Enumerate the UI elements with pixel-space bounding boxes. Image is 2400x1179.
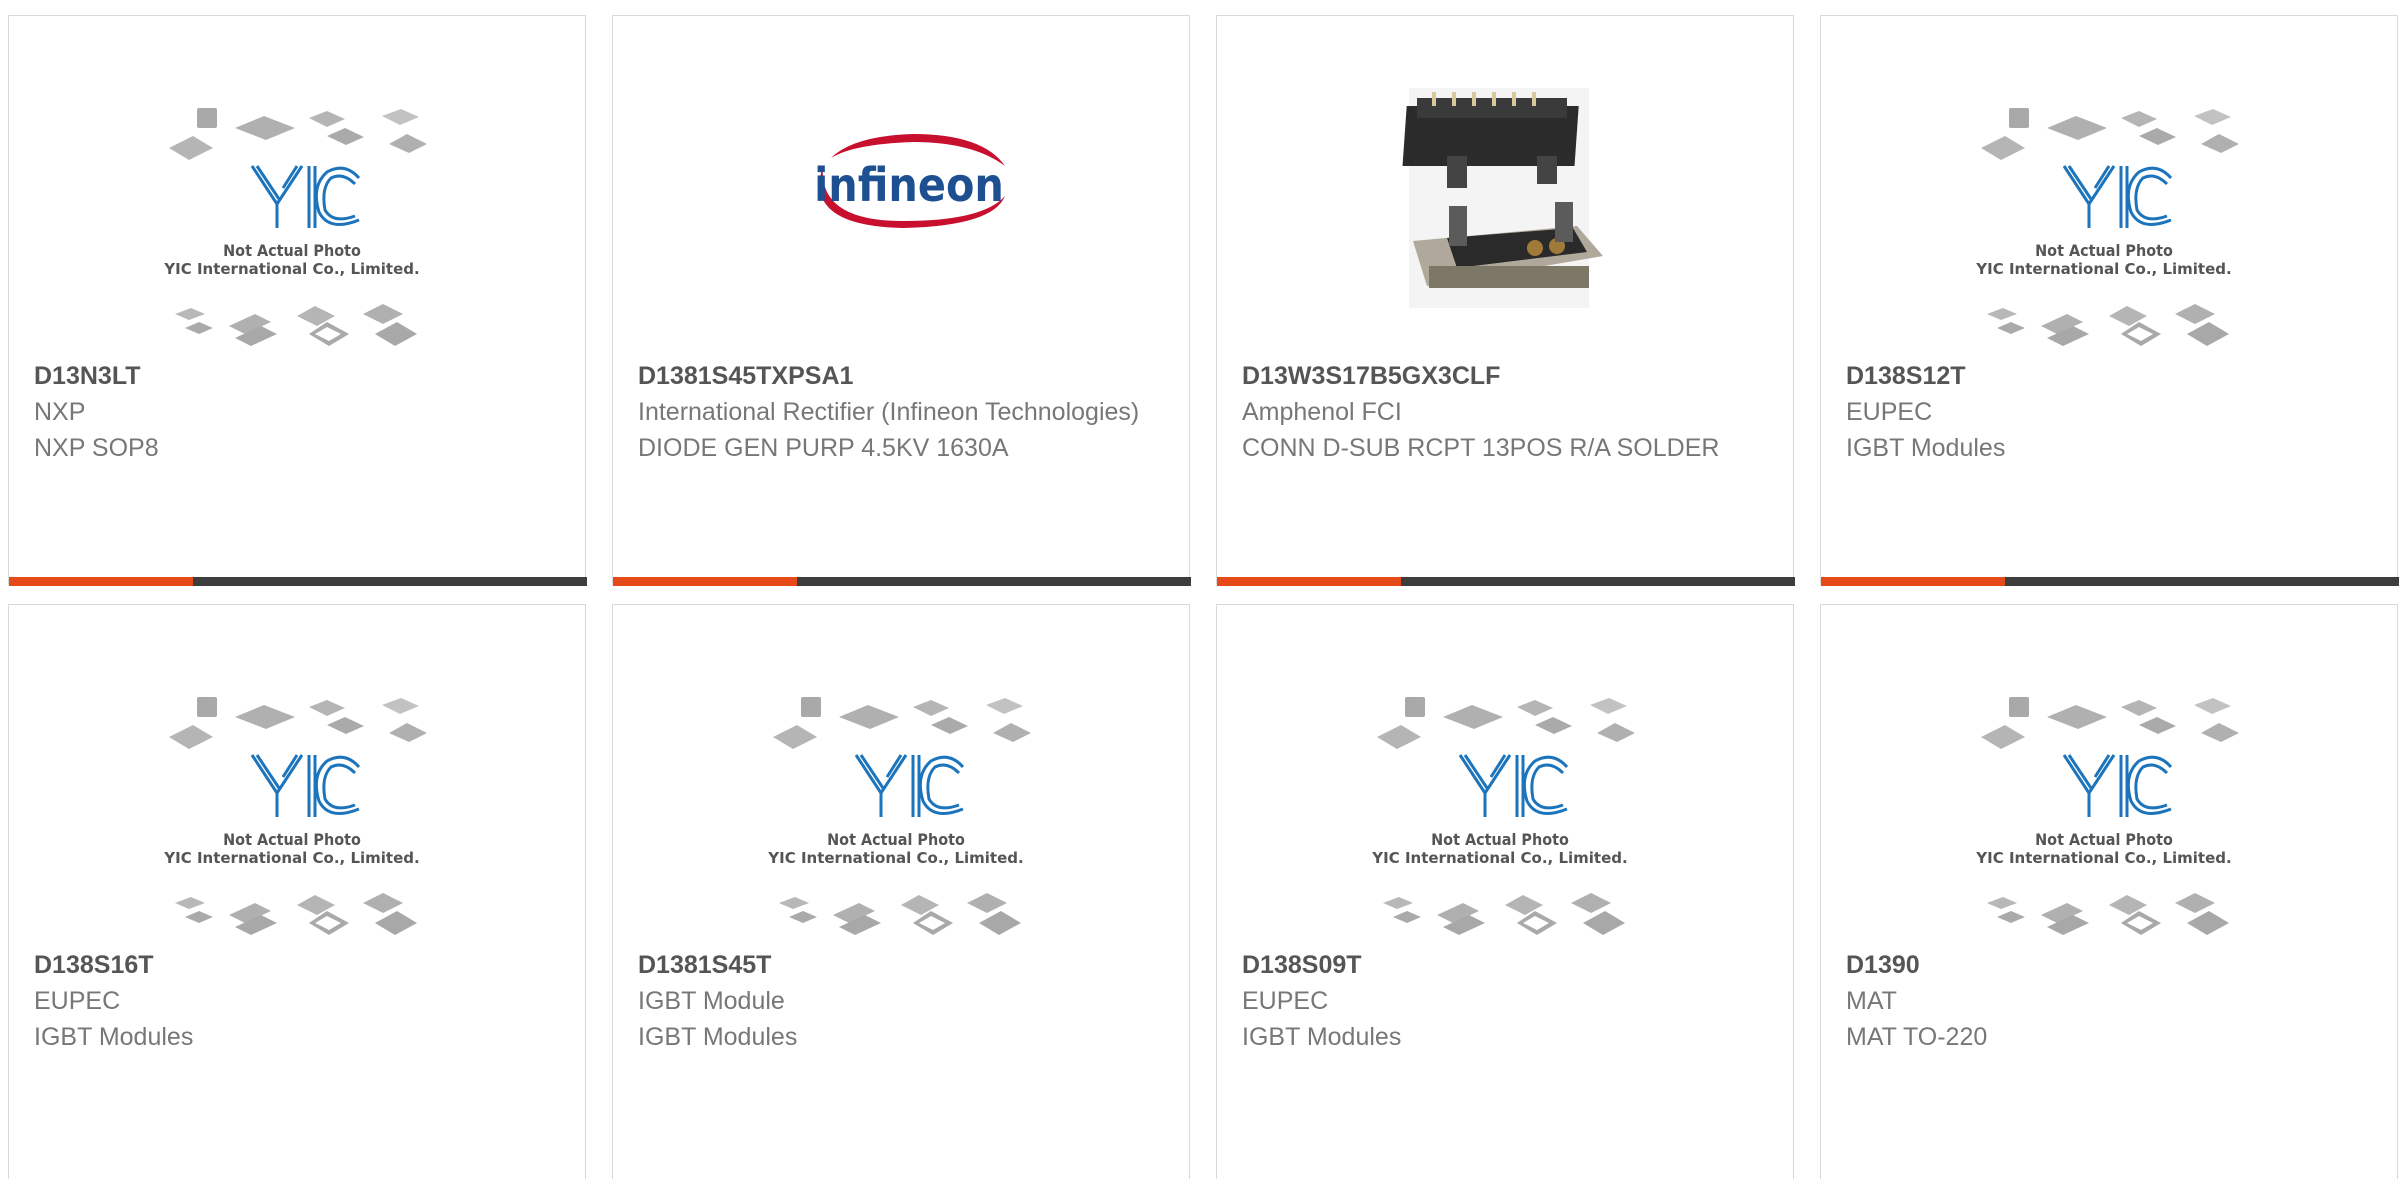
description-label: IGBT Modules (34, 1023, 194, 1051)
description-label: CONN D-SUB RCPT 13POS R/A SOLDER (1242, 434, 1720, 462)
placeholder-image: Not Actual PhotoYIC International Co., L… (1371, 697, 1635, 935)
placeholder-caption-line1: Not Actual Photo (223, 241, 361, 260)
card-accent-highlight (9, 577, 193, 586)
product-thumbnail[interactable]: Not Actual Photo YIC International Co., L… (1217, 605, 1793, 945)
part-number-link[interactable]: D13W3S17B5GX3CLF (1242, 358, 1762, 394)
manufacturer-label: MAT (1846, 987, 1897, 1015)
product-thumbnail[interactable]: Not Actual Photo YIC International Co., L… (1821, 605, 2397, 945)
yic-logo-icon (250, 165, 361, 228)
card-accent-highlight (613, 577, 797, 586)
part-number-link[interactable]: D1390 (1846, 947, 2366, 983)
description-label: NXP SOP8 (34, 434, 159, 462)
product-thumbnail[interactable]: Not Actual Photo YIC International Co., L… (9, 16, 585, 356)
placeholder-caption-line1: Not Actual Photo (223, 830, 361, 849)
card-accent-bar (9, 577, 587, 586)
placeholder-image: Not Actual PhotoYIC International Co., L… (163, 108, 427, 346)
description-label: MAT TO-220 (1846, 1023, 1988, 1051)
yic-logo-icon (2062, 754, 2173, 817)
product-thumbnail[interactable]: Not Actual Photo YIC International Co., L… (613, 605, 1189, 945)
infineon-logo-text: infineon (814, 158, 1004, 212)
placeholder-caption-line1: Not Actual Photo (1431, 830, 1569, 849)
description-label: IGBT Modules (638, 1023, 798, 1051)
product-grid: Not Actual Photo YIC International Co., L… (0, 0, 2400, 1179)
placeholder-caption-line1: Not Actual Photo (2035, 241, 2173, 260)
placeholder-caption-line2: YIC International Co., Limited. (163, 849, 419, 867)
part-number-link[interactable]: D138S12T (1846, 358, 2366, 394)
yic-logo-icon (854, 754, 965, 817)
placeholder-caption-line2: YIC International Co., Limited. (767, 849, 1023, 867)
yic-logo-icon (1458, 754, 1569, 817)
product-card[interactable]: Not Actual Photo YIC International Co., L… (1820, 15, 2399, 586)
part-number-link[interactable]: D138S09T (1242, 947, 1762, 983)
placeholder-image: Not Actual PhotoYIC International Co., L… (1975, 108, 2239, 346)
infineon-logo-icon: infineon (814, 134, 1005, 228)
part-number-link[interactable]: D1381S45T (638, 947, 1158, 983)
card-accent-bar (1217, 577, 1795, 586)
product-card[interactable]: Not Actual Photo YIC International Co., L… (8, 15, 587, 586)
product-thumbnail[interactable] (1217, 16, 1793, 356)
manufacturer-label: Amphenol FCI (1242, 398, 1402, 426)
product-info: D13W3S17B5GX3CLF Amphenol FCI CONN D-SUB R… (1242, 358, 1762, 466)
product-info: D13N3LT NXP NXP SOP8 (34, 358, 554, 466)
placeholder-caption-line2: YIC International Co., Limited. (163, 260, 419, 278)
product-card[interactable]: Not Actual Photo YIC International Co., L… (8, 604, 586, 1179)
dsub-connector-image (1402, 88, 1603, 308)
card-accent-highlight (1821, 577, 2005, 586)
part-number-link[interactable]: D13N3LT (34, 358, 554, 394)
product-card[interactable]: infineon D1381S45TXPSA1 International Rect… (612, 15, 1191, 586)
part-number-link[interactable]: D138S16T (34, 947, 554, 983)
description-label: IGBT Modules (1242, 1023, 1402, 1051)
product-card[interactable]: Not Actual Photo YIC International Co., L… (612, 604, 1190, 1179)
manufacturer-label: EUPEC (1242, 987, 1329, 1015)
description-label: IGBT Modules (1846, 434, 2006, 462)
product-thumbnail[interactable]: infineon (613, 16, 1189, 356)
placeholder-caption-line2: YIC International Co., Limited. (1975, 260, 2231, 278)
product-thumbnail[interactable]: Not Actual Photo YIC International Co., L… (1821, 16, 2397, 356)
manufacturer-label: EUPEC (34, 987, 121, 1015)
card-accent-highlight (1217, 577, 1401, 586)
manufacturer-label: International Rectifier (Infineon Techno… (638, 398, 1140, 426)
product-info: D138S09T EUPEC IGBT Modules (1242, 947, 1762, 1055)
product-card[interactable]: Not Actual Photo YIC International Co., L… (1216, 604, 1794, 1179)
description-label: DIODE GEN PURP 4.5KV 1630A (638, 434, 1009, 462)
placeholder-caption-line1: Not Actual Photo (827, 830, 965, 849)
product-card[interactable]: D13W3S17B5GX3CLF Amphenol FCI CONN D-SUB R… (1216, 15, 1795, 586)
yic-logo-icon (250, 754, 361, 817)
product-info: D138S16T EUPEC IGBT Modules (34, 947, 554, 1055)
placeholder-image: Not Actual PhotoYIC International Co., L… (1975, 697, 2239, 935)
part-number-link[interactable]: D1381S45TXPSA1 (638, 358, 1158, 394)
product-info: D1381S45T IGBT Module IGBT Modules (638, 947, 1158, 1055)
product-info: D1390 MAT MAT TO-220 (1846, 947, 2366, 1055)
placeholder-image: Not Actual PhotoYIC International Co., L… (767, 697, 1031, 935)
product-card[interactable]: Not Actual Photo YIC International Co., L… (1820, 604, 2398, 1179)
manufacturer-label: IGBT Module (638, 987, 785, 1015)
product-info: D1381S45TXPSA1 International Rectifier (I… (638, 358, 1158, 466)
placeholder-image: Not Actual PhotoYIC International Co., L… (163, 697, 427, 935)
card-accent-bar (1821, 577, 2399, 586)
yic-logo-icon (2062, 165, 2173, 228)
placeholder-caption-line2: YIC International Co., Limited. (1975, 849, 2231, 867)
manufacturer-label: EUPEC (1846, 398, 1933, 426)
product-thumbnail[interactable]: Not Actual Photo YIC International Co., L… (9, 605, 585, 945)
card-accent-bar (613, 577, 1191, 586)
placeholder-caption-line1: Not Actual Photo (2035, 830, 2173, 849)
manufacturer-label: NXP (34, 398, 86, 426)
placeholder-caption-line2: YIC International Co., Limited. (1371, 849, 1627, 867)
product-info: D138S12T EUPEC IGBT Modules (1846, 358, 2366, 466)
